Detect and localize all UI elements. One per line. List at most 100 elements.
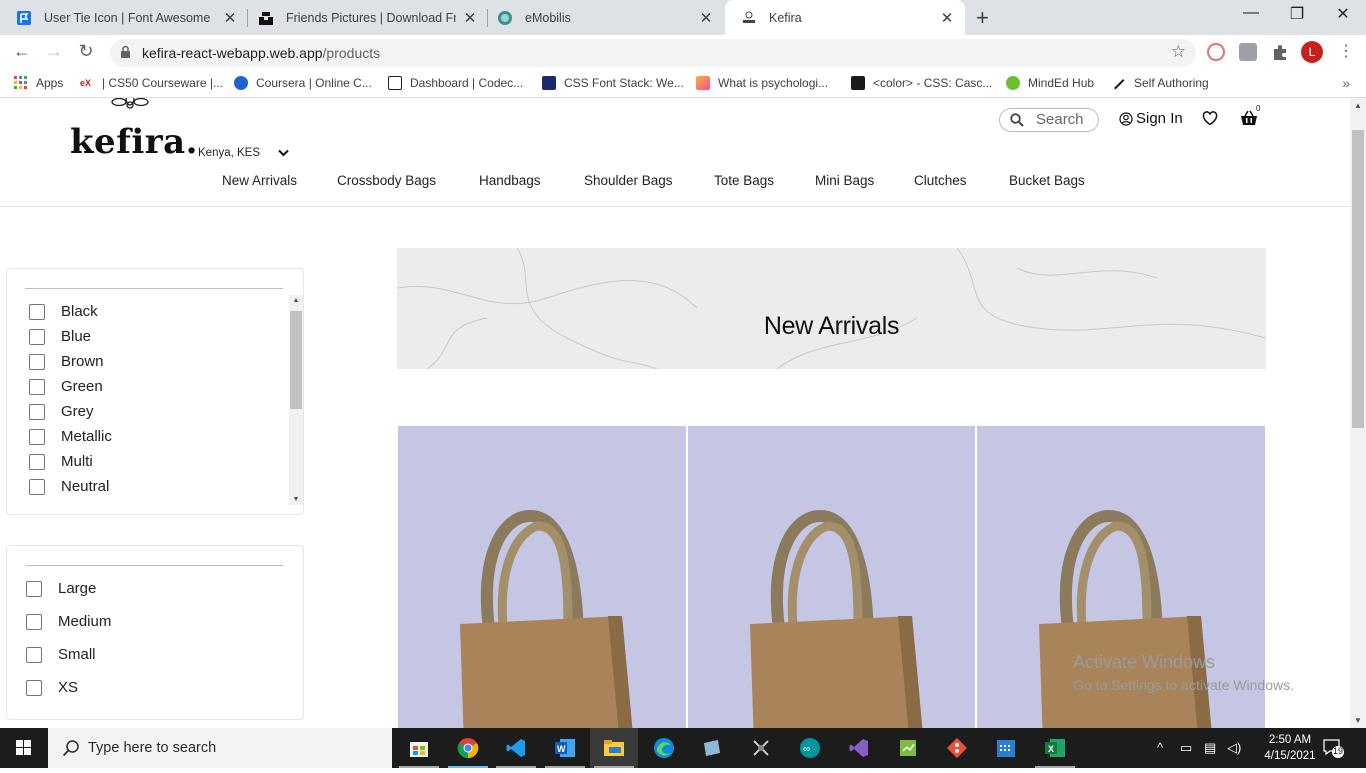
battery-icon[interactable]: ▭ xyxy=(1180,740,1192,756)
nav-clutches[interactable]: Clutches xyxy=(914,173,967,188)
word-app-icon[interactable]: W xyxy=(541,728,589,768)
filter-option-small[interactable]: Small xyxy=(26,646,96,663)
nav-mini-bags[interactable]: Mini Bags xyxy=(815,173,874,188)
nav-bucket-bags[interactable]: Bucket Bags xyxy=(1009,173,1085,188)
checkbox[interactable] xyxy=(26,613,42,630)
nav-shoulder-bags[interactable]: Shoulder Bags xyxy=(584,173,673,188)
bookmark-minded-hub[interactable]: MindEd Hub xyxy=(1006,76,1094,90)
browser-menu-icon[interactable]: ⋮ xyxy=(1338,41,1354,61)
taskbar-search-input[interactable]: Type here to search xyxy=(48,728,392,768)
profile-avatar[interactable]: L xyxy=(1301,41,1323,63)
notification-center[interactable]: 19 xyxy=(1322,738,1344,763)
filter-option-green[interactable]: Green xyxy=(29,378,103,395)
vscode-app-icon[interactable] xyxy=(492,728,540,768)
reload-icon[interactable]: ↻ xyxy=(74,41,98,62)
filter-option-black[interactable]: Black xyxy=(29,303,98,320)
window-close-icon[interactable]: ✕ xyxy=(1320,4,1366,24)
bookmark-coursera[interactable]: Coursera | Online C... xyxy=(234,76,372,90)
filter-option-xs[interactable]: XS xyxy=(26,679,78,696)
filter-option-blue[interactable]: Blue xyxy=(29,328,91,345)
back-icon[interactable]: ← xyxy=(10,41,34,62)
sign-in-link[interactable]: Sign In xyxy=(1119,110,1183,127)
filter-option-multi[interactable]: Multi xyxy=(29,453,93,470)
sticky-notes-app-icon[interactable] xyxy=(884,728,932,768)
browser-tab-kefira[interactable]: Kefira ✕ xyxy=(725,0,965,35)
extension-adblock-icon[interactable] xyxy=(1207,43,1225,61)
filter-option-metallic[interactable]: Metallic xyxy=(29,428,112,445)
checkbox[interactable] xyxy=(29,353,45,370)
scroll-up-icon[interactable]: ▲ xyxy=(1350,101,1366,110)
checkbox[interactable] xyxy=(26,646,42,663)
bookmark-css-font-stack[interactable]: CSS Font Stack: We... xyxy=(542,76,684,90)
file-explorer-app-icon[interactable] xyxy=(590,728,638,768)
extensions-puzzle-icon[interactable] xyxy=(1271,43,1289,61)
calendar-app-icon[interactable] xyxy=(982,728,1030,768)
network-icon[interactable]: ▤ xyxy=(1204,740,1216,756)
currency-selector[interactable]: Kenya, KES xyxy=(198,146,289,160)
scroll-up-icon[interactable]: ▲ xyxy=(289,297,303,304)
visual-studio-app-icon[interactable] xyxy=(835,728,883,768)
filter-option-grey[interactable]: Grey xyxy=(29,403,94,420)
close-tab-icon[interactable]: ✕ xyxy=(698,9,714,27)
start-button[interactable] xyxy=(0,728,48,768)
nav-crossbody-bags[interactable]: Crossbody Bags xyxy=(337,173,436,188)
nav-new-arrivals[interactable]: New Arrivals xyxy=(222,173,297,188)
browser-tab-friends-pictures[interactable]: Friends Pictures | Download Free ✕ xyxy=(242,0,488,35)
scroll-down-icon[interactable]: ▼ xyxy=(289,496,303,503)
checkbox[interactable] xyxy=(29,328,45,345)
more-bookmarks-icon[interactable]: » xyxy=(1342,75,1350,91)
checkbox[interactable] xyxy=(29,453,45,470)
filter-option-medium[interactable]: Medium xyxy=(26,613,111,630)
excel-app-icon[interactable]: X xyxy=(1031,728,1079,768)
checkbox[interactable] xyxy=(29,378,45,395)
browser-tab-font-awesome[interactable]: User Tie Icon | Font Awesome ✕ xyxy=(0,0,248,35)
tray-overflow-chevron-icon[interactable]: ^ xyxy=(1157,740,1163,755)
checkbox[interactable] xyxy=(29,478,45,495)
arduino-app-icon[interactable]: ∞ xyxy=(786,728,834,768)
wishlist-heart-icon[interactable] xyxy=(1202,111,1218,126)
checkbox[interactable] xyxy=(26,679,42,696)
filter-option-brown[interactable]: Brown xyxy=(29,353,104,370)
product-card[interactable] xyxy=(398,426,686,728)
bookmark-star-icon[interactable]: ☆ xyxy=(1171,42,1186,62)
close-tab-icon[interactable]: ✕ xyxy=(222,9,238,27)
extension-image-icon[interactable] xyxy=(1239,43,1257,61)
edge-app-icon[interactable] xyxy=(640,728,688,768)
filter-scrollbar[interactable]: ▲ ▼ xyxy=(289,295,303,505)
site-logo[interactable]: kefira. xyxy=(70,122,198,162)
minimize-icon[interactable]: — xyxy=(1228,4,1274,22)
forward-icon[interactable]: → xyxy=(42,41,66,62)
bookmark-psychology[interactable]: What is psychologi... xyxy=(696,76,828,90)
checkbox[interactable] xyxy=(29,403,45,420)
nav-handbags[interactable]: Handbags xyxy=(479,173,541,188)
address-bar[interactable]: kefira-react-webapp.web.app/products ☆ xyxy=(110,39,1196,67)
store-app-icon[interactable] xyxy=(395,728,443,768)
bookmark-self-authoring[interactable]: Self Authoring xyxy=(1112,76,1209,90)
checkbox[interactable] xyxy=(29,428,45,445)
scroll-down-icon[interactable]: ▼ xyxy=(1350,716,1366,725)
bookmark-mdn-color[interactable]: <color> - CSS: Casc... xyxy=(851,76,992,90)
git-app-icon[interactable] xyxy=(933,728,981,768)
nav-tote-bags[interactable]: Tote Bags xyxy=(714,173,774,188)
checkbox[interactable] xyxy=(29,303,45,320)
scrollbar-thumb[interactable] xyxy=(290,311,302,409)
chrome-app-icon[interactable] xyxy=(444,728,492,768)
page-scrollbar-thumb[interactable] xyxy=(1352,130,1364,428)
maximize-icon[interactable]: ❐ xyxy=(1274,4,1320,24)
system-clock[interactable]: 2:50 AM 4/15/2021 xyxy=(1258,732,1322,764)
notebook-app-icon[interactable] xyxy=(688,728,736,768)
close-tab-icon[interactable]: ✕ xyxy=(939,9,955,27)
snipping-tool-app-icon[interactable] xyxy=(737,728,785,768)
search-input[interactable]: Search xyxy=(999,108,1099,132)
bookmark-apps[interactable]: Apps xyxy=(14,76,63,90)
close-tab-icon[interactable]: ✕ xyxy=(462,9,478,27)
browser-tab-emobilis[interactable]: eMobilis ✕ xyxy=(481,0,724,35)
bookmark-codecademy[interactable]: Dashboard | Codec... xyxy=(388,76,523,90)
bookmark-cs50[interactable]: eX | CS50 Courseware |... xyxy=(80,76,223,90)
volume-icon[interactable]: ◁) xyxy=(1227,740,1241,756)
product-card[interactable] xyxy=(688,426,975,728)
filter-option-large[interactable]: Large xyxy=(26,580,96,597)
page-scrollbar[interactable]: ▲ ▼ xyxy=(1350,98,1366,728)
filter-option-neutral[interactable]: Neutral xyxy=(29,478,109,495)
checkbox[interactable] xyxy=(26,580,42,597)
